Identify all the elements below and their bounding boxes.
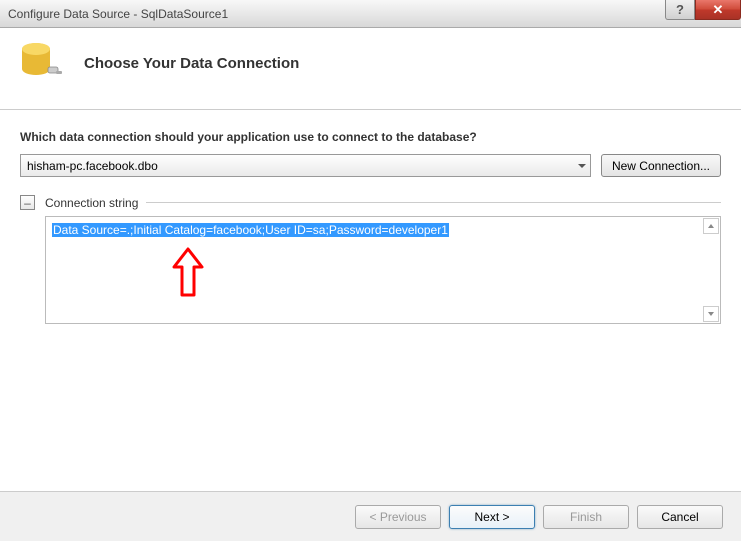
new-connection-button[interactable]: New Connection... xyxy=(601,154,721,177)
connection-row: hisham-pc.facebook.dbo New Connection... xyxy=(20,154,721,177)
cancel-button[interactable]: Cancel xyxy=(637,505,723,529)
scroll-up-button[interactable] xyxy=(703,218,719,234)
previous-button[interactable]: < Previous xyxy=(355,505,441,529)
connection-string-header: – Connection string xyxy=(20,195,721,210)
titlebar-buttons: ? ✕ xyxy=(665,0,741,20)
question-label: Which data connection should your applic… xyxy=(20,130,721,144)
connection-string-textarea[interactable]: Data Source=.;Initial Catalog=facebook;U… xyxy=(45,216,721,324)
window-title: Configure Data Source - SqlDataSource1 xyxy=(8,7,228,21)
finish-button[interactable]: Finish xyxy=(543,505,629,529)
wizard-footer: < Previous Next > Finish Cancel xyxy=(0,491,741,541)
divider xyxy=(146,202,721,203)
database-icon xyxy=(20,41,64,85)
collapse-button[interactable]: – xyxy=(20,195,35,210)
chevron-down-icon xyxy=(578,164,586,168)
next-button[interactable]: Next > xyxy=(449,505,535,529)
scroll-down-button[interactable] xyxy=(703,306,719,322)
connection-string-value: Data Source=.;Initial Catalog=facebook;U… xyxy=(52,223,449,237)
titlebar: Configure Data Source - SqlDataSource1 ?… xyxy=(0,0,741,28)
connection-dropdown[interactable]: hisham-pc.facebook.dbo xyxy=(20,154,591,177)
connection-dropdown-value: hisham-pc.facebook.dbo xyxy=(27,159,158,173)
content-area: Which data connection should your applic… xyxy=(0,110,741,334)
help-button[interactable]: ? xyxy=(665,0,695,20)
connection-string-label: Connection string xyxy=(45,196,138,210)
wizard-header: Choose Your Data Connection xyxy=(0,28,741,110)
close-button[interactable]: ✕ xyxy=(695,0,741,20)
page-title: Choose Your Data Connection xyxy=(84,55,299,72)
